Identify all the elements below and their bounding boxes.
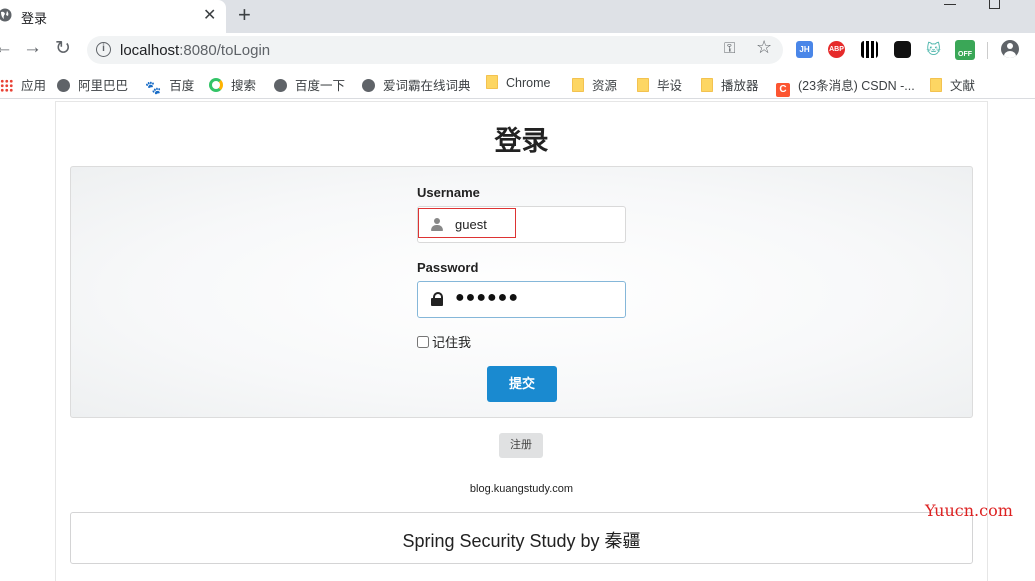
globe-icon	[57, 79, 70, 92]
browser-tab[interactable]: 登录 ✕	[0, 0, 226, 33]
profile-avatar-icon[interactable]	[1001, 40, 1019, 58]
forward-arrow-icon[interactable]: →	[23, 37, 42, 59]
search-engine-icon	[209, 78, 223, 92]
bookmark-folder-player[interactable]: 播放器	[701, 75, 759, 94]
bookmark-label: 搜索	[231, 79, 257, 93]
toolbar-divider	[987, 42, 988, 59]
tab-bar: 登录 ✕ +	[0, 0, 1035, 33]
globe-icon	[274, 79, 287, 92]
bookmark-csdn[interactable]: C (23条消息) CSDN -...	[776, 75, 915, 97]
address-bar[interactable]: i localhost:8080/toLogin ⚿ ☆	[87, 36, 783, 64]
cat-extension-icon[interactable]: 🐱	[925, 41, 942, 58]
close-tab-icon[interactable]: ✕	[203, 5, 216, 25]
folder-icon	[486, 75, 498, 89]
bookmark-label: 百度	[169, 79, 195, 93]
info-icon[interactable]: i	[96, 42, 111, 57]
username-field[interactable]: guest	[417, 206, 626, 243]
baidu-paw-icon: 🐾	[145, 80, 162, 95]
remember-me-checkbox[interactable]	[417, 336, 429, 348]
folder-icon	[701, 78, 713, 92]
new-tab-button[interactable]: +	[238, 2, 251, 28]
bookmark-label: 阿里巴巴	[78, 79, 129, 93]
watermark: Yuucn.com	[925, 501, 1013, 520]
bookmark-star-icon[interactable]: ☆	[756, 37, 772, 58]
bookmark-label: 应用	[21, 79, 47, 93]
lock-icon	[431, 292, 443, 306]
password-label: Password	[417, 260, 479, 275]
bookmark-label: 毕设	[657, 79, 683, 93]
bookmark-label: Chrome	[506, 76, 551, 90]
browser-toolbar: ← → ↻ i localhost:8080/toLogin ⚿ ☆ JH AB…	[0, 33, 1035, 67]
bookmark-folder-papers[interactable]: 文献	[930, 75, 975, 94]
bookmark-folder-thesis[interactable]: 毕设	[637, 75, 682, 94]
qr-code-icon[interactable]	[861, 41, 878, 58]
apps-icon	[0, 79, 13, 92]
globe-icon	[362, 79, 375, 92]
minimize-icon[interactable]	[944, 4, 956, 5]
page-title: 登录	[494, 126, 549, 156]
folder-icon	[572, 78, 584, 92]
url-host: localhost	[120, 42, 180, 59]
bookmark-label: 资源	[592, 79, 618, 93]
footer-panel: Spring Security Study by 秦疆	[70, 512, 973, 564]
bookmark-folder-chrome[interactable]: Chrome	[486, 75, 550, 90]
bookmark-folder-resources[interactable]: 资源	[572, 75, 617, 94]
bookmark-search[interactable]: 搜索	[209, 75, 256, 94]
page-container: 登录 Username guest Password ●●●●●● 记住我 提交…	[55, 101, 988, 581]
bookmark-iciba[interactable]: 爱词霸在线词典	[362, 75, 471, 94]
bookmarks-bar: 应用 阿里巴巴 🐾 百度 搜索 百度一下 爱词霸在线词典 Chrome 资源 毕设…	[0, 67, 1035, 99]
csdn-icon: C	[776, 83, 790, 97]
key-icon[interactable]: ⚿	[724, 40, 735, 57]
tab-title: 登录	[21, 11, 48, 26]
off-extension-icon[interactable]: OFF	[955, 40, 975, 60]
adblock-plus-icon[interactable]: ABP	[828, 41, 845, 58]
back-arrow-icon[interactable]: ←	[0, 37, 13, 59]
password-value: ●●●●●●	[455, 289, 519, 306]
submit-button[interactable]: 提交	[487, 366, 557, 402]
folder-icon	[637, 78, 649, 92]
footer-text: Spring Security Study by 秦疆	[402, 531, 641, 551]
bookmark-label: (23条消息) CSDN -...	[798, 79, 915, 93]
bookmark-baidu[interactable]: 🐾 百度	[145, 75, 194, 94]
bookmark-baidu-yixia[interactable]: 百度一下	[274, 75, 345, 94]
url-text[interactable]: localhost:8080/toLogin	[120, 42, 270, 59]
jh-extension-icon[interactable]: JH	[796, 41, 813, 58]
globe-icon	[0, 8, 12, 22]
blog-link[interactable]: blog.kuangstudy.com	[56, 483, 987, 495]
password-field[interactable]: ●●●●●●	[417, 281, 626, 318]
remember-me-label: 记住我	[432, 335, 472, 350]
login-form: Username guest Password ●●●●●● 记住我 提交	[70, 166, 973, 418]
remember-me[interactable]: 记住我	[417, 332, 471, 351]
bookmark-apps[interactable]: 应用	[0, 75, 46, 94]
annotation-highlight-box	[418, 208, 516, 238]
reload-icon[interactable]: ↻	[55, 37, 71, 60]
bookmark-label: 爱词霸在线词典	[383, 79, 471, 93]
register-button[interactable]: 注册	[499, 433, 543, 458]
url-path: :8080/toLogin	[179, 42, 271, 59]
tampermonkey-icon[interactable]	[894, 41, 911, 58]
maximize-icon[interactable]	[989, 0, 1000, 9]
username-label: Username	[417, 185, 480, 200]
folder-icon	[930, 78, 942, 92]
bookmark-label: 百度一下	[295, 79, 346, 93]
bookmark-label: 播放器	[721, 79, 759, 93]
bookmark-alibaba[interactable]: 阿里巴巴	[57, 75, 128, 94]
bookmark-label: 文献	[950, 79, 976, 93]
